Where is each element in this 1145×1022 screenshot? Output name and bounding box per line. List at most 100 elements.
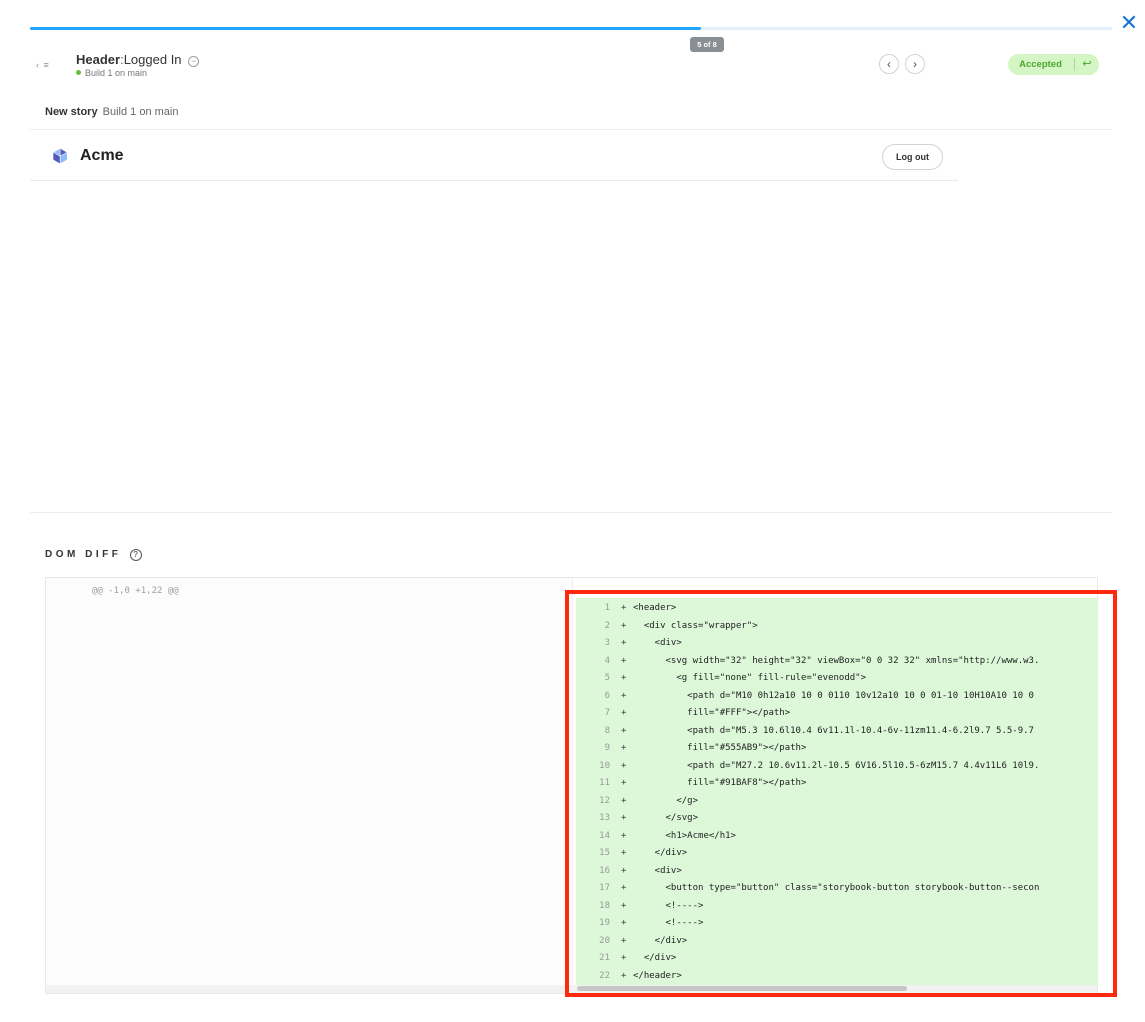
line-number: 20: [599, 935, 610, 946]
added-marker: +: [621, 708, 627, 718]
help-icon[interactable]: ?: [129, 549, 142, 561]
added-marker: +: [621, 603, 627, 613]
new-story-label: New story: [45, 106, 98, 118]
line-code: </div>: [633, 935, 688, 946]
dom-diff-title: DOM DIFF: [45, 549, 122, 560]
line-number: 14: [599, 830, 610, 841]
line-number: 2: [604, 620, 610, 631]
line-number: 18: [599, 900, 610, 911]
logout-button[interactable]: Log out: [882, 144, 943, 170]
diff-line: 9 + fill="#555AB9"></path>: [576, 740, 1098, 757]
added-marker: +: [621, 743, 627, 753]
diff-line: 20 + </div>: [576, 933, 1098, 950]
diff-line: 10 + <path d="M27.2 10.6v11.2l-10.5 6V16.…: [576, 758, 1098, 775]
line-code: <div>: [633, 638, 682, 648]
build-status-dot: [76, 70, 81, 75]
line-code: <path d="M27.2 10.6v11.2l-10.5 6V16.5l10…: [633, 760, 1040, 771]
diff-line: 7 + fill="#FFF"></path>: [576, 705, 1098, 722]
diff-line: 2 + <div class="wrapper">: [576, 618, 1098, 635]
accepted-label: Accepted: [1019, 59, 1062, 70]
diff-line: 13 + </svg>: [576, 810, 1098, 827]
hunk-header: @@ -1,0 +1,22 @@: [92, 586, 179, 596]
line-number: 3: [604, 638, 610, 648]
added-marker: +: [621, 830, 627, 841]
line-number: 17: [599, 883, 610, 893]
line-number: 7: [604, 708, 610, 718]
line-number: 11: [599, 778, 610, 788]
added-marker: +: [621, 953, 627, 963]
diff-line: 12 + </g>: [576, 793, 1098, 810]
line-code: <path d="M5.3 10.6l10.4 6v11.1l-10.4-6v-…: [633, 725, 1034, 736]
line-number: 16: [599, 865, 610, 876]
added-marker: +: [621, 620, 627, 631]
line-number: 10: [599, 760, 610, 771]
diff-line: 5 + <g fill="none" fill-rule="evenodd">: [576, 670, 1098, 687]
diff-line: 19 + <!---->: [576, 915, 1098, 932]
line-code: </div>: [633, 953, 677, 963]
line-code: <path d="M10 0h12a10 10 0 0110 10v12a10 …: [633, 690, 1034, 701]
line-code: fill="#555AB9"></path>: [633, 743, 807, 753]
line-number: 19: [599, 918, 610, 928]
diff-line: 22 + </header>: [576, 968, 1098, 985]
new-story-build: Build 1 on main: [102, 106, 179, 118]
line-code: <svg width="32" height="32" viewBox="0 0…: [633, 655, 1040, 666]
line-code: <header>: [633, 603, 677, 613]
line-number: 6: [604, 690, 610, 701]
added-marker: +: [621, 970, 627, 981]
line-code: <h1>Acme</h1>: [633, 830, 736, 841]
story-title: Header:Logged In −: [76, 52, 200, 67]
added-marker: +: [621, 725, 627, 736]
acme-brand-title: Acme: [80, 147, 124, 164]
added-marker: +: [621, 813, 627, 823]
added-marker: +: [621, 638, 627, 648]
line-number: 22: [599, 970, 610, 981]
scrollbar-thumb[interactable]: [577, 986, 907, 991]
story-build: Build 1 on main: [76, 68, 147, 78]
acme-logo-icon: [53, 148, 67, 164]
line-code: <button type="button" class="storybook-b…: [633, 883, 1040, 893]
horizontal-scrollbar[interactable]: [46, 985, 1097, 993]
added-marker: +: [621, 918, 627, 928]
added-marker: +: [621, 900, 627, 911]
added-marker: +: [621, 690, 627, 701]
dom-diff-heading: DOM DIFF ?: [45, 549, 142, 561]
line-code: <div class="wrapper">: [633, 620, 758, 631]
added-marker: +: [621, 673, 627, 683]
acme-header-preview: Acme Log out: [30, 130, 958, 181]
review-status-pill: Accepted ↩: [1008, 54, 1099, 75]
diff-line: 6 + <path d="M10 0h12a10 10 0 0110 10v12a…: [576, 688, 1098, 705]
line-number: 13: [599, 813, 610, 823]
diff-line: 3 + <div>: [576, 635, 1098, 652]
line-number: 12: [599, 795, 610, 806]
divider: [30, 512, 1112, 513]
close-icon[interactable]: ✕: [1118, 12, 1140, 34]
line-code: <!---->: [633, 900, 704, 911]
line-number: 9: [604, 743, 610, 753]
line-code: </svg>: [633, 813, 699, 823]
diff-line: 17 + <button type="button" class="storybo…: [576, 880, 1098, 897]
diff-old-pane: @@ -1,0 +1,22 @@: [46, 578, 573, 985]
added-marker: +: [621, 778, 627, 788]
story-component: Header: [76, 52, 121, 67]
next-story-button[interactable]: ›: [905, 54, 925, 74]
line-number: 1: [604, 603, 610, 613]
added-marker: +: [621, 848, 627, 858]
sidebar-toggle-button[interactable]: ‹ ≡: [36, 60, 50, 70]
diff-line: 18 + <!---->: [576, 898, 1098, 915]
line-code: <!---->: [633, 918, 704, 928]
added-marker: +: [621, 935, 627, 946]
pill-divider: [1074, 58, 1075, 71]
line-number: 5: [604, 673, 610, 683]
line-number: 21: [599, 953, 610, 963]
previous-story-button[interactable]: ‹: [879, 54, 899, 74]
line-code: </div>: [633, 848, 688, 858]
line-code: fill="#FFF"></path>: [633, 708, 791, 718]
line-number: 8: [604, 725, 610, 736]
added-marker: +: [621, 760, 627, 771]
undo-icon[interactable]: ↩: [1076, 54, 1098, 75]
diff-panel: @@ -1,0 +1,22 @@ 1 + <header> 2 + <div class…: [45, 577, 1098, 994]
diff-line: 1 + <header>: [576, 600, 1098, 617]
collapse-icon[interactable]: −: [188, 56, 200, 67]
diff-line: 8 + <path d="M5.3 10.6l10.4 6v11.1l-10.4-…: [576, 723, 1098, 740]
line-code: fill="#91BAF8"></path>: [633, 778, 807, 788]
